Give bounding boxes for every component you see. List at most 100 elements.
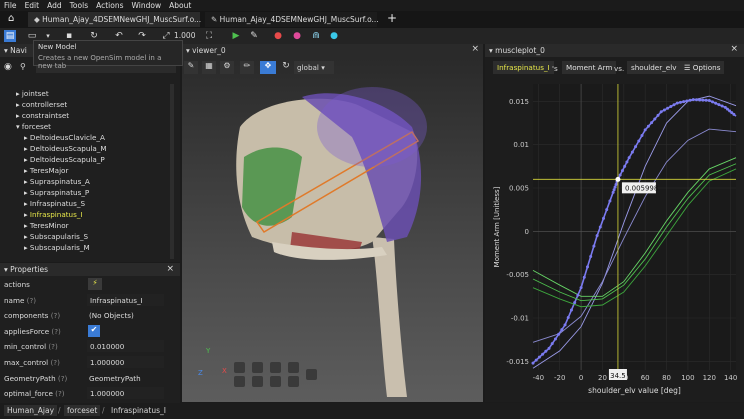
muscle-plot-panel: ▾ muscleplot_0 × Infraspinatus_I 's Momen… — [485, 44, 744, 402]
help-icon[interactable]: (?) — [58, 374, 67, 383]
help-icon[interactable]: (?) — [27, 296, 36, 305]
edit-icon[interactable]: ✎ — [248, 30, 260, 42]
view-top-icon[interactable] — [252, 376, 263, 387]
options-label: Options — [692, 63, 721, 72]
tab-model-1[interactable]: ◆ Human_Ajay_4DSEMNewGHJ_MuscSurf.o... — [28, 12, 201, 27]
data-point — [630, 150, 634, 154]
plot-title: muscleplot_0 — [495, 46, 545, 55]
help-icon[interactable]: (?) — [48, 342, 57, 351]
home-icon[interactable]: ⌂ — [8, 13, 14, 24]
help-icon[interactable]: (?) — [51, 311, 60, 320]
tree-item[interactable]: ▸ Subscapularis_M — [24, 243, 90, 254]
view-left-icon[interactable] — [270, 362, 281, 373]
muscle-icon[interactable]: ● — [272, 30, 284, 42]
tree-item[interactable]: ▸ Subscapularis_S — [24, 232, 88, 243]
menu-add[interactable]: Add — [43, 0, 66, 10]
view-back-icon[interactable] — [252, 362, 263, 373]
property-value[interactable]: 1.000000 — [87, 356, 164, 368]
breadcrumb-muscle[interactable]: Infraspinatus_I — [108, 405, 169, 416]
menu-about[interactable]: About — [165, 0, 195, 10]
tab-model-2[interactable]: ✎ Human_Ajay_4DSEMNewGHJ_MuscSurf.o... — [205, 12, 379, 27]
property-value[interactable]: 0.010000 — [87, 340, 164, 353]
data-point — [640, 133, 644, 137]
data-point — [627, 156, 631, 160]
view-right-icon[interactable] — [234, 376, 245, 387]
wrap-icon[interactable]: ⋒ — [310, 30, 322, 42]
menu-edit[interactable]: Edit — [21, 0, 44, 10]
marker-icon[interactable]: ● — [291, 30, 303, 42]
tree-item[interactable]: ▸ constraintset — [16, 111, 69, 122]
muscle-overlay — [317, 87, 427, 167]
tree-item[interactable]: ▾ forceset — [16, 122, 51, 133]
tree-item[interactable]: ▸ DeltoideusScapula_P — [24, 155, 105, 166]
zoom-in-icon[interactable] — [288, 362, 299, 373]
property-value[interactable]: ⚡ — [88, 278, 102, 290]
moment-arm-chart[interactable]: 0.015 0.01 0.005 0 -0.005 -0.01 -0.015 -40 -20 0 2… — [485, 78, 744, 402]
tree-item[interactable]: ▸ Infraspinatus_I — [24, 210, 83, 221]
data-point — [613, 185, 617, 189]
data-point — [717, 103, 721, 107]
data-point — [625, 160, 629, 164]
tree-item[interactable]: ▸ Infraspinatus_S — [24, 199, 85, 210]
breadcrumb-forceset[interactable]: forceset — [64, 405, 101, 416]
zoom-out-icon[interactable] — [288, 376, 299, 387]
menu-actions[interactable]: Actions — [92, 0, 127, 10]
property-value[interactable]: ✔ — [88, 324, 100, 337]
output-select[interactable]: Moment Arm — [562, 61, 617, 74]
breadcrumb-separator: / — [58, 406, 61, 415]
menu-window[interactable]: Window — [128, 0, 166, 10]
speed-value[interactable]: 1.000 — [174, 31, 195, 40]
property-label: GeometryPath (?) — [4, 373, 68, 383]
tree-item-label: DeltoideusScapula_M — [29, 144, 107, 153]
search-icon[interactable]: ⚲ — [20, 62, 26, 71]
data-point — [643, 128, 647, 132]
play-icon[interactable]: ▶ — [230, 30, 242, 42]
tree-item[interactable]: ▸ DeltoideusScapula_M — [24, 144, 107, 155]
fit-icon[interactable]: ⛶ — [203, 30, 215, 42]
data-point — [534, 358, 538, 362]
tree-item[interactable]: ▸ controllerset — [16, 100, 67, 111]
tree-item[interactable]: ▸ Supraspinatus_A — [24, 177, 90, 188]
tree-item[interactable]: ▸ TeresMinor — [24, 221, 69, 232]
options-button[interactable]: ☰ Options — [680, 61, 725, 74]
view-front-icon[interactable] — [234, 362, 245, 373]
help-icon[interactable]: (?) — [55, 389, 64, 398]
close-icon[interactable]: × — [471, 44, 479, 54]
data-point — [618, 173, 622, 177]
breadcrumb-model[interactable]: Human_Ajay — [4, 405, 58, 416]
help-icon[interactable]: (?) — [50, 358, 59, 367]
tooltip-title: New Model — [38, 43, 77, 51]
tree-item[interactable]: ▸ Supraspinatus_P — [24, 188, 89, 199]
add-tab-icon[interactable]: + — [387, 11, 397, 25]
data-point — [634, 145, 638, 149]
data-point — [547, 346, 551, 350]
menu-file[interactable]: File — [0, 0, 21, 10]
tree-item[interactable]: ▸ TeresMajor — [24, 166, 68, 177]
help-icon[interactable]: (?) — [51, 327, 60, 336]
coordinate-select[interactable]: shoulder_elv — [627, 61, 681, 74]
3d-viewer[interactable]: ✎ ▦ ⚙ ✏ ✥ ↻ global ▾ Y X Z — [182, 57, 483, 402]
sphere-icon[interactable]: ● — [328, 30, 340, 42]
x-tick-label: 100 — [681, 374, 694, 382]
properties-list: actions ⚡ name (?) Infraspinatus_I component… — [0, 277, 175, 403]
close-icon[interactable]: × — [166, 264, 174, 274]
tree-item[interactable]: ▸ DeltoideusClavicle_A — [24, 133, 105, 144]
property-value[interactable]: Infraspinatus_I — [87, 293, 164, 306]
eye-icon[interactable]: ◉ — [4, 62, 12, 72]
close-icon[interactable]: × — [730, 44, 738, 54]
x-tick-label: -40 — [533, 374, 544, 382]
data-point — [659, 110, 663, 114]
new-file-icon[interactable]: ▤ — [4, 30, 16, 42]
view-bottom-icon[interactable] — [270, 376, 281, 387]
data-point — [563, 323, 567, 327]
muscle-select[interactable]: Infraspinatus_I — [493, 61, 554, 74]
possessive-text: 's — [552, 64, 558, 73]
data-point — [662, 108, 666, 112]
menu-tools[interactable]: Tools — [66, 0, 92, 10]
property-value[interactable]: 1.000000 — [87, 387, 164, 400]
tree-item[interactable]: ▸ jointset — [16, 89, 49, 100]
autofit-icon[interactable] — [306, 369, 317, 380]
data-point — [602, 216, 606, 220]
scrollbar[interactable] — [170, 84, 174, 259]
x-tick-label: -20 — [554, 374, 565, 382]
